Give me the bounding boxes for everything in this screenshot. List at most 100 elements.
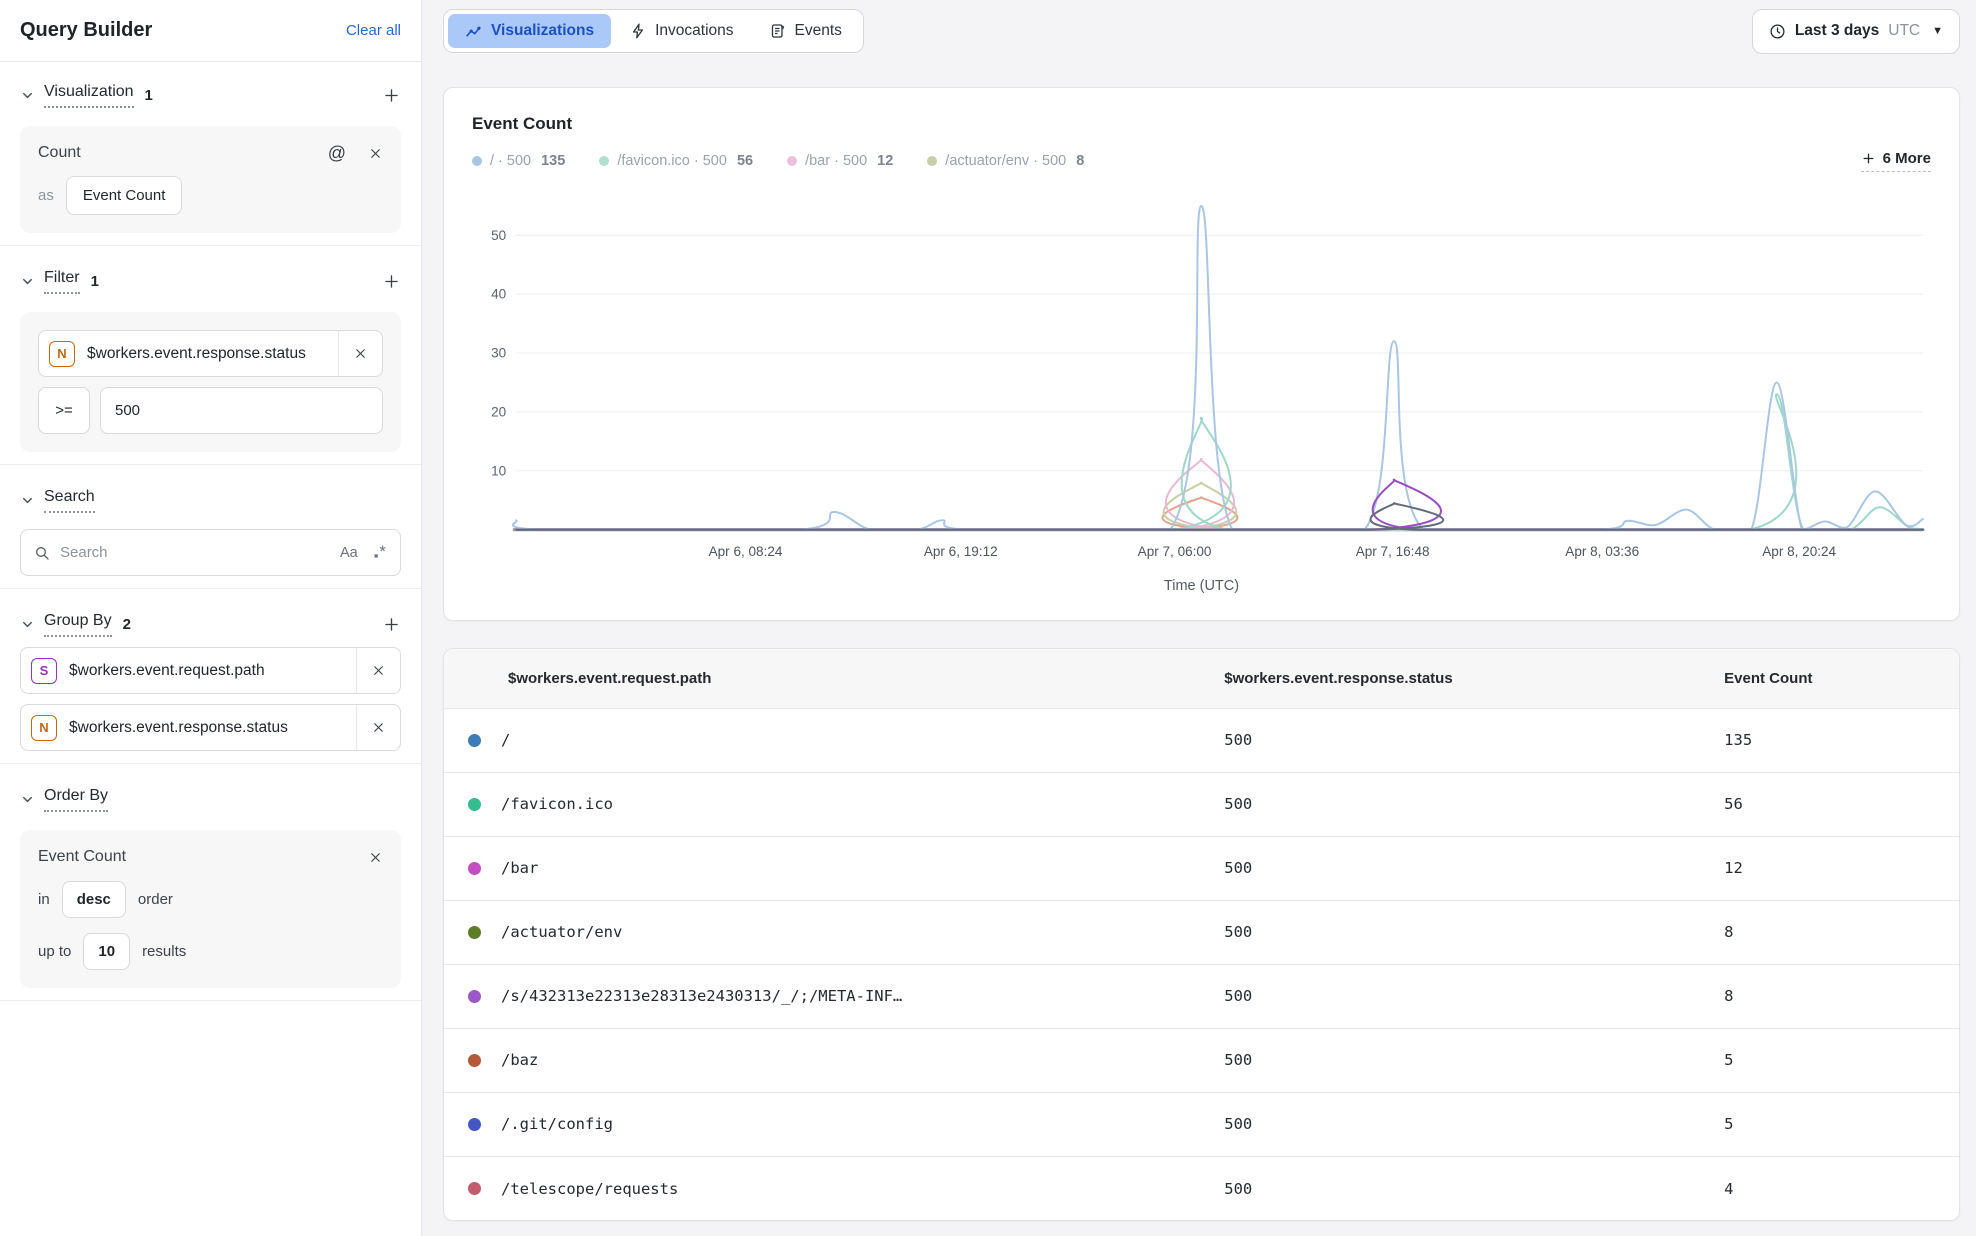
clear-all-button[interactable]: Clear all bbox=[346, 22, 401, 39]
svg-text:Apr 8, 20:24: Apr 8, 20:24 bbox=[1762, 544, 1836, 559]
chevron-down-icon[interactable] bbox=[20, 617, 35, 632]
query-builder-panel: Query Builder Clear all Visualization 1 … bbox=[0, 0, 422, 1236]
legend-item[interactable]: /bar · 50012 bbox=[787, 153, 893, 169]
svg-text:Apr 6, 08:24: Apr 6, 08:24 bbox=[709, 544, 783, 559]
filter-card: N $workers.event.response.status >= bbox=[20, 312, 401, 452]
filter-field-name: $workers.event.response.status bbox=[87, 345, 338, 363]
filter-value-input[interactable] bbox=[100, 387, 383, 434]
chart-title: Event Count bbox=[472, 114, 1931, 134]
match-case-icon[interactable]: Aa bbox=[340, 545, 358, 561]
visualization-card: Count @ as Event Count bbox=[20, 126, 401, 233]
group-by-count: 2 bbox=[123, 616, 131, 633]
table-row: /s/432313e22313e28313e2430313/_/;/META-I… bbox=[444, 964, 1959, 1028]
close-icon[interactable] bbox=[368, 850, 383, 865]
search-input[interactable] bbox=[60, 544, 330, 561]
table-row: /500135 bbox=[444, 708, 1959, 772]
add-filter-button[interactable] bbox=[382, 272, 401, 291]
tab-label: Visualizations bbox=[491, 22, 594, 40]
group-by-field-chip[interactable]: N $workers.event.response.status bbox=[20, 704, 401, 751]
results-table-card: $workers.event.request.path$workers.even… bbox=[443, 648, 1960, 1222]
visualization-alias-button[interactable]: Event Count bbox=[66, 176, 183, 215]
sidebar-header: Query Builder Clear all bbox=[0, 0, 421, 62]
wildcard-icon[interactable]: ▪* bbox=[374, 542, 387, 563]
table-row: /baz5005 bbox=[444, 1028, 1959, 1092]
doc-icon bbox=[770, 23, 786, 39]
timezone-label: UTC bbox=[1888, 22, 1920, 40]
series-color-dot bbox=[468, 862, 481, 875]
order-by-section-title: Order By bbox=[44, 787, 108, 812]
column-header: $workers.event.response.status bbox=[1224, 649, 1724, 709]
column-header: $workers.event.request.path bbox=[444, 649, 1224, 709]
search-icon bbox=[34, 545, 50, 561]
legend-item[interactable]: / · 500135 bbox=[472, 153, 565, 169]
filter-operator-button[interactable]: >= bbox=[38, 387, 90, 434]
chevron-down-icon[interactable] bbox=[20, 792, 35, 807]
chevron-down-icon[interactable] bbox=[20, 274, 35, 289]
legend-dot bbox=[599, 156, 609, 166]
number-type-icon: N bbox=[31, 715, 57, 741]
remove-group-by-icon[interactable] bbox=[356, 648, 400, 693]
order-by-section: Order By Event Count in desc order bbox=[20, 776, 401, 988]
group-by-field-name: $workers.event.response.status bbox=[69, 719, 356, 737]
series-color-dot bbox=[468, 990, 481, 1003]
series-color-dot bbox=[468, 926, 481, 939]
svg-text:Apr 8, 03:36: Apr 8, 03:36 bbox=[1565, 544, 1639, 559]
bolt-icon bbox=[630, 23, 646, 39]
table-row: /actuator/env5008 bbox=[444, 900, 1959, 964]
series-color-dot bbox=[468, 1118, 481, 1131]
series-color-dot bbox=[468, 1054, 481, 1067]
group-by-field-name: $workers.event.request.path bbox=[69, 662, 356, 680]
svg-text:20: 20 bbox=[491, 404, 506, 419]
table-row: /.git/config5005 bbox=[444, 1092, 1959, 1156]
legend-dot bbox=[787, 156, 797, 166]
plus-icon bbox=[1861, 151, 1876, 166]
table-row: /favicon.ico50056 bbox=[444, 772, 1959, 836]
tab-visualizations[interactable]: Visualizations bbox=[448, 14, 611, 48]
search-section-title: Search bbox=[44, 488, 95, 513]
tab-invocations[interactable]: Invocations bbox=[613, 14, 750, 48]
at-icon[interactable]: @ bbox=[328, 144, 346, 162]
svg-text:Apr 6, 19:12: Apr 6, 19:12 bbox=[924, 544, 998, 559]
visualization-count: 1 bbox=[145, 87, 153, 104]
chevron-down-icon[interactable] bbox=[20, 88, 35, 103]
x-axis-title: Time (UTC) bbox=[472, 576, 1931, 602]
remove-group-by-icon[interactable] bbox=[356, 705, 400, 750]
add-visualization-button[interactable] bbox=[382, 86, 401, 105]
filter-field-chip[interactable]: N $workers.event.response.status bbox=[38, 330, 383, 377]
series-color-dot bbox=[468, 1182, 481, 1195]
divider bbox=[0, 763, 421, 764]
divider bbox=[0, 245, 421, 246]
series-color-dot bbox=[468, 734, 481, 747]
up-to-label: up to bbox=[38, 943, 71, 960]
chart-card: Event Count / · 500135/favicon.ico · 500… bbox=[443, 87, 1960, 621]
topbar: Visualizations Invocations Events Last 3 d… bbox=[422, 0, 1976, 62]
result-limit-input[interactable]: 10 bbox=[83, 933, 130, 970]
chevron-down-icon[interactable] bbox=[20, 493, 35, 508]
svg-text:Apr 7, 06:00: Apr 7, 06:00 bbox=[1138, 544, 1212, 559]
group-by-section-title: Group By bbox=[44, 612, 112, 637]
chart-legend: / · 500135/favicon.ico · 50056/bar · 500… bbox=[472, 153, 1861, 169]
aggregation-label: Count bbox=[38, 144, 81, 162]
tab-events[interactable]: Events bbox=[753, 14, 859, 48]
divider bbox=[0, 1000, 421, 1001]
legend-item[interactable]: /actuator/env · 5008 bbox=[927, 153, 1084, 169]
legend-item[interactable]: /favicon.ico · 50056 bbox=[599, 153, 753, 169]
sort-direction-button[interactable]: desc bbox=[62, 881, 126, 918]
order-by-card: Event Count in desc order up to 10 resul… bbox=[20, 830, 401, 988]
divider bbox=[0, 588, 421, 589]
visualization-section-title: Visualization bbox=[44, 83, 134, 108]
add-group-by-button[interactable] bbox=[382, 615, 401, 634]
filter-section: Filter 1 N $workers.event.response.statu… bbox=[20, 258, 401, 452]
event-count-chart[interactable]: 1020304050Apr 6, 08:24Apr 6, 19:12Apr 7,… bbox=[472, 178, 1931, 576]
group-by-field-chip[interactable]: S $workers.event.request.path bbox=[20, 647, 401, 694]
table-row: /bar50012 bbox=[444, 836, 1959, 900]
close-icon[interactable] bbox=[368, 146, 383, 161]
view-tabs: Visualizations Invocations Events bbox=[443, 9, 864, 53]
legend-more-button[interactable]: 6 More bbox=[1861, 150, 1931, 172]
series-color-dot bbox=[468, 798, 481, 811]
remove-filter-icon[interactable] bbox=[338, 331, 382, 376]
results-label: results bbox=[142, 943, 186, 960]
clock-icon bbox=[1769, 23, 1786, 40]
time-range-picker[interactable]: Last 3 days UTC ▼ bbox=[1752, 9, 1960, 54]
tab-label: Invocations bbox=[655, 22, 733, 40]
